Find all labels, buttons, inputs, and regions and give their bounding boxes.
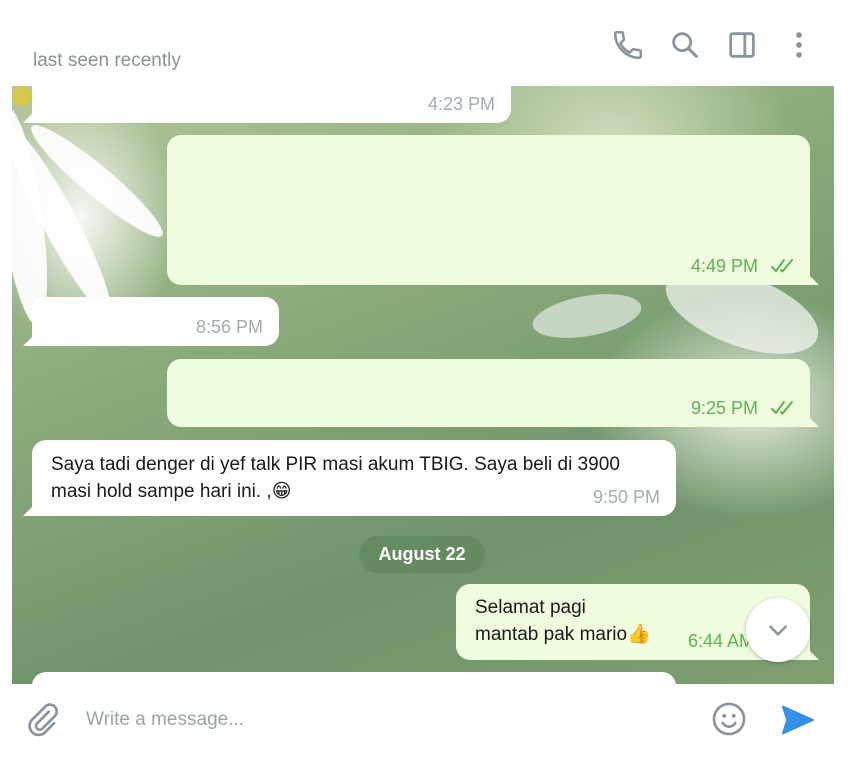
message-time: 4:49 PM [690,256,758,276]
message-bubble-outgoing[interactable]: 4:49 PM [167,135,819,285]
message-bubble-incoming[interactable]: 4:23 PM [23,86,511,123]
message-time: 9:25 PM [690,398,758,418]
message-bubble-outgoing[interactable]: 9:25 PM [167,359,819,427]
date-separator: August 22 [359,536,485,573]
message-bubble-incoming[interactable] [32,672,676,684]
chevron-down-icon [769,625,787,636]
double-check-icon [771,401,793,415]
chat-history[interactable]: 4:23 PM 4:49 PM 8:56 PM 9:25 PM Saya tad… [12,86,834,684]
attach-icon[interactable] [24,702,60,738]
last-seen-status: last seen recently [33,50,181,71]
message-time: 4:23 PM [427,94,495,114]
grinning-emoji: 😁 [271,481,292,502]
message-composer [0,684,848,762]
message-time: 9:50 PM [592,487,660,507]
message-bubble-incoming[interactable]: Saya tadi denger di yef talk PIR masi ak… [23,440,676,516]
chat-header: last seen recently [0,0,848,86]
phone-icon[interactable] [611,28,645,62]
message-text: Selamat pagi mantab pak mario👍 [475,597,651,645]
wallpaper-flower-center [12,86,32,106]
message-bubble-incoming[interactable]: 8:56 PM [23,297,279,346]
message-time: 6:44 AM [688,631,755,651]
emoji-icon[interactable] [710,700,748,738]
scroll-to-bottom-button[interactable] [746,598,810,662]
wallpaper-petal [529,286,645,346]
message-text: Saya tadi denger di yef talk PIR masi ak… [51,454,620,502]
message-time: 8:56 PM [195,317,263,337]
search-icon[interactable] [668,28,702,62]
double-check-icon [771,259,793,273]
message-input[interactable] [86,704,686,736]
sidebar-toggle-icon[interactable] [725,28,759,62]
more-vertical-icon[interactable] [782,28,816,62]
send-icon[interactable] [778,700,818,740]
thumbs-up-emoji: 👍 [627,624,651,645]
